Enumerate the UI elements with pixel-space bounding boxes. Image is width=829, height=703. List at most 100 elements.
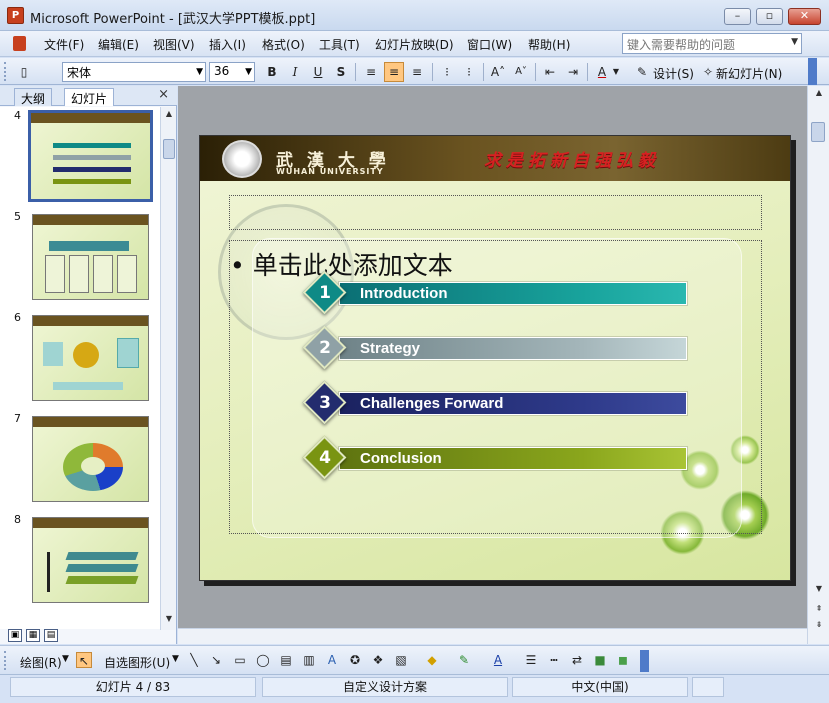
design-button[interactable]: 设计(S) [653,65,694,82]
oval-icon[interactable]: ◯ [255,652,271,668]
restore-button[interactable]: ▫ [756,8,783,25]
scroll-down-icon[interactable]: ▼ [812,584,826,598]
menu-edit[interactable]: 编辑(E) [98,36,139,53]
chevron-down-icon[interactable]: ▼ [62,654,69,664]
agenda-item-conclusion[interactable]: Conclusion 4 [302,435,687,480]
italic-button[interactable]: I [285,62,305,82]
slide-thumbnail[interactable] [28,110,153,202]
slideshow-icon[interactable]: ▤ [44,629,58,642]
close-button[interactable]: ✕ [788,8,821,25]
current-slide[interactable]: 武 漢 大 學 WUHAN UNIVERSITY 求是拓新自强弘毅 • 单击此处… [199,135,791,581]
slide-thumbnail[interactable] [32,315,149,401]
numbering-icon[interactable]: ⁝ [437,62,457,82]
arrow-icon[interactable]: ↘ [208,652,224,668]
slide-sorter-icon[interactable]: ▦ [26,629,40,642]
3d-style-icon[interactable]: ◼ [615,652,631,668]
close-icon[interactable]: × [158,87,169,102]
scroll-thumb[interactable] [811,122,825,142]
rectangle-icon[interactable]: ▭ [232,652,248,668]
bold-button[interactable]: B [262,62,282,82]
scroll-up-icon[interactable]: ▲ [812,88,826,102]
chevron-down-icon[interactable]: ▼ [172,654,179,664]
agenda-item-challenges[interactable]: Challenges Forward 3 [302,380,687,425]
wordart-icon[interactable]: A [324,652,340,668]
menu-view[interactable]: 视图(V) [153,36,195,53]
shadow-style-icon[interactable]: ■ [592,652,608,668]
slide-thumbnail[interactable] [32,214,149,300]
spell-check-status [692,677,724,697]
chevron-down-icon[interactable]: ▼ [196,67,203,77]
new-document-icon[interactable]: ▯ [14,62,34,82]
font-select[interactable]: 宋体 ▼ [62,62,206,82]
menu-tools[interactable]: 工具(T) [319,36,360,53]
arrow-style-icon[interactable]: ⇄ [569,652,585,668]
agenda-item-strategy[interactable]: Strategy 2 [302,325,687,370]
normal-view-icon[interactable]: ▣ [8,629,22,642]
menu-slideshow[interactable]: 幻灯片放映(D) [375,36,454,53]
line-icon[interactable]: ╲ [186,652,202,668]
next-slide-icon[interactable]: ⇟ [812,620,826,634]
toolbar-options-icon[interactable] [808,58,817,85]
menu-insert[interactable]: 插入(I) [209,36,246,53]
scroll-up-icon[interactable]: ▲ [162,109,176,123]
decrease-indent-icon[interactable]: ⇤ [540,62,560,82]
powerpoint-app-icon[interactable]: P [7,7,24,24]
thumbnail-row[interactable]: 4 [0,107,160,207]
increase-indent-icon[interactable]: ⇥ [563,62,583,82]
title-placeholder[interactable] [229,195,762,230]
underline-button[interactable]: U [308,62,328,82]
increase-font-icon[interactable]: A˄ [488,62,508,82]
help-search-input[interactable]: 键入需要帮助的问题 ▼ [622,33,802,54]
menu-file[interactable]: 文件(F) [44,36,84,53]
tab-slides[interactable]: 幻灯片 [64,88,115,106]
chevron-down-icon[interactable]: ▼ [611,62,621,82]
autoshapes-menu[interactable]: 自选图形(U) [104,654,170,671]
textbox-icon[interactable]: ▤ [278,652,294,668]
menu-help[interactable]: 帮助(H) [528,36,570,53]
slide-thumbnail[interactable] [32,416,149,502]
thumbnail-row[interactable]: 7 [0,410,160,510]
font-size-select[interactable]: 36 ▼ [209,62,255,82]
font-color-icon[interactable]: A [592,62,612,82]
menu-window[interactable]: 窗口(W) [467,36,512,53]
chevron-down-icon[interactable]: ▼ [791,37,798,47]
line-color-icon[interactable]: ✎ [456,652,472,668]
scroll-thumb[interactable] [163,139,175,159]
previous-slide-icon[interactable]: ⇞ [812,604,826,618]
thumbnail-scrollbar[interactable]: ▲ ▼ [160,107,176,630]
canvas-scrollbar[interactable]: ▲ ▼ ⇞ ⇟ [807,86,829,644]
diagram-icon[interactable]: ✪ [347,652,363,668]
line-style-icon[interactable]: ☰ [523,652,539,668]
new-slide-button[interactable]: 新幻灯片(N) [716,65,782,82]
font-color-icon[interactable]: A [490,652,506,668]
decrease-font-icon[interactable]: A˅ [511,62,531,82]
thumbnail-row[interactable]: 5 [0,208,160,308]
horizontal-scrollbar[interactable] [178,628,807,644]
shadow-button[interactable]: S [331,62,351,82]
align-right-icon[interactable]: ≡ [407,62,427,82]
thumbnail-row[interactable]: 6 [0,309,160,409]
bullets-icon[interactable]: ⁝ [459,62,479,82]
fill-color-icon[interactable]: ◆ [424,652,440,668]
select-pointer-icon[interactable]: ↖ [76,652,92,668]
slide-thumbnail[interactable] [32,517,149,603]
thumbnail-row[interactable]: 8 [0,511,160,611]
align-center-icon[interactable]: ≡ [384,62,404,82]
align-left-icon[interactable]: ≡ [361,62,381,82]
scroll-down-icon[interactable]: ▼ [162,614,176,628]
tab-outline[interactable]: 大纲 [14,88,53,106]
clipart-icon[interactable]: ❖ [370,652,386,668]
toolbar-grip[interactable] [4,651,8,670]
vertical-textbox-icon[interactable]: ▥ [301,652,317,668]
toolbar-grip[interactable] [4,62,8,81]
chevron-down-icon[interactable]: ▼ [245,67,252,77]
toolbar-options-icon[interactable] [640,650,649,672]
picture-icon[interactable]: ▧ [393,652,409,668]
minimize-button[interactable]: – [724,8,751,25]
dash-style-icon[interactable]: ┅ [546,652,562,668]
draw-menu[interactable]: 绘图(R) [20,654,62,671]
menu-format[interactable]: 格式(O) [262,36,305,53]
document-icon[interactable] [4,34,32,54]
agenda-bar: Introduction [339,282,687,305]
agenda-item-introduction[interactable]: Introduction 1 [302,270,687,315]
